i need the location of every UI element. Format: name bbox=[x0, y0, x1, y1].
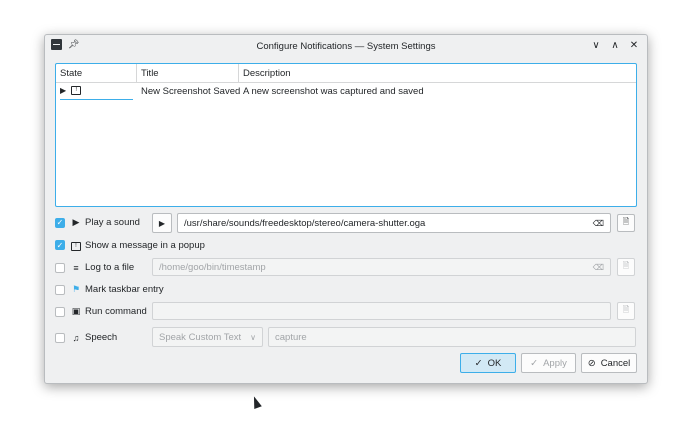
app-icon bbox=[51, 39, 62, 50]
chevron-down-icon: ∨ bbox=[250, 332, 256, 342]
mouse-cursor bbox=[250, 394, 262, 410]
window-title: Configure Notifications — System Setting… bbox=[256, 40, 436, 52]
log-file-option[interactable]: ≡ Log to a file bbox=[55, 262, 134, 273]
list-header: State Title Description bbox=[56, 64, 636, 83]
log-file-path-input[interactable]: /home/goo/bin/timestamp ⌫ bbox=[152, 258, 611, 276]
file-icon: 🗎︎ bbox=[622, 305, 630, 314]
speech-mode-value: Speak Custom Text bbox=[159, 331, 242, 343]
speech-text-value: capture bbox=[275, 331, 307, 343]
play-icon: ▶ bbox=[72, 217, 80, 227]
speech-label: Speech bbox=[85, 332, 118, 343]
notification-dialog: 📌︎ Configure Notifications — System Sett… bbox=[44, 34, 648, 384]
message-icon: ! bbox=[71, 239, 81, 251]
header-state[interactable]: State bbox=[56, 64, 137, 82]
play-sound-checkbox[interactable]: ✓ bbox=[55, 217, 65, 228]
preview-sound-button[interactable]: ▶ bbox=[152, 213, 172, 233]
ok-label: OK bbox=[487, 357, 502, 369]
log-file-path-value: /home/goo/bin/timestamp bbox=[159, 261, 266, 273]
text-lines-icon: ≡ bbox=[73, 262, 79, 273]
taskbar-checkbox[interactable] bbox=[55, 284, 65, 295]
message-icon: ! bbox=[71, 86, 82, 95]
browse-command-button[interactable]: 🗎︎ bbox=[617, 302, 635, 320]
header-description[interactable]: Description bbox=[239, 64, 636, 82]
file-icon: 🗎︎ bbox=[622, 217, 630, 226]
maximize-button[interactable]: ∧ bbox=[608, 38, 622, 52]
browse-log-button[interactable]: 🗎︎ bbox=[617, 258, 635, 276]
run-command-label: Run command bbox=[85, 306, 147, 317]
file-icon: 🗎︎ bbox=[622, 261, 630, 270]
sound-path-value: /usr/share/sounds/freedesktop/stereo/cam… bbox=[184, 217, 426, 229]
taskbar-label: Mark taskbar entry bbox=[85, 284, 164, 295]
apply-button[interactable]: ✓ Apply bbox=[521, 353, 576, 373]
title-bar[interactable]: 📌︎ Configure Notifications — System Sett… bbox=[45, 35, 647, 57]
list-item[interactable]: ▶ ! New Screenshot Saved A new screensho… bbox=[56, 83, 636, 100]
pin-icon[interactable]: 📌︎ bbox=[68, 39, 79, 50]
cancel-icon: ⊘ bbox=[587, 357, 596, 369]
clear-icon[interactable]: ⌫ bbox=[593, 219, 604, 228]
log-file-checkbox[interactable] bbox=[55, 262, 65, 273]
state-cell: ▶ ! bbox=[56, 83, 137, 100]
cancel-button[interactable]: ⊘ Cancel bbox=[581, 353, 637, 373]
speech-text-input[interactable]: capture bbox=[268, 327, 636, 347]
speech-option[interactable]: ♫ Speech bbox=[55, 332, 117, 343]
play-sound-option[interactable]: ✓ ▶ Play a sound bbox=[55, 217, 140, 228]
run-command-checkbox[interactable] bbox=[55, 306, 65, 317]
header-title[interactable]: Title bbox=[137, 64, 239, 82]
sound-path-input[interactable]: /usr/share/sounds/freedesktop/stereo/cam… bbox=[177, 213, 611, 233]
terminal-icon: ▣ bbox=[71, 306, 81, 316]
minimize-button[interactable]: ∨ bbox=[589, 38, 603, 52]
run-command-option[interactable]: ▣ Run command bbox=[55, 306, 147, 317]
log-file-label: Log to a file bbox=[85, 262, 135, 273]
close-button[interactable]: ✕ bbox=[627, 38, 641, 52]
event-list[interactable]: State Title Description ▶ ! New Screensh… bbox=[55, 63, 637, 207]
check-icon: ✓ bbox=[474, 357, 483, 369]
play-icon: ▶ bbox=[60, 86, 67, 95]
taskbar-option[interactable]: ⚑ Mark taskbar entry bbox=[55, 284, 164, 295]
event-description: A new screenshot was captured and saved bbox=[243, 85, 424, 97]
popup-checkbox[interactable]: ✓ bbox=[55, 240, 65, 250]
ok-button[interactable]: ✓ OK bbox=[460, 353, 516, 373]
command-input[interactable] bbox=[152, 302, 611, 320]
popup-option[interactable]: ✓ ! Show a message in a popup bbox=[55, 239, 205, 251]
cancel-label: Cancel bbox=[600, 357, 631, 369]
speech-checkbox[interactable] bbox=[55, 332, 65, 343]
clear-icon: ⌫ bbox=[592, 262, 604, 272]
play-sound-label: Play a sound bbox=[85, 217, 140, 228]
browse-sound-button[interactable]: 🗎︎ bbox=[617, 214, 635, 232]
check-icon: ✓ bbox=[530, 357, 539, 369]
event-title: New Screenshot Saved bbox=[141, 85, 241, 97]
popup-label: Show a message in a popup bbox=[85, 239, 205, 251]
music-note-icon: ♫ bbox=[72, 332, 80, 343]
speech-mode-select[interactable]: Speak Custom Text ∨ bbox=[152, 327, 263, 347]
apply-label: Apply bbox=[543, 357, 567, 369]
flag-icon: ⚑ bbox=[71, 284, 81, 294]
